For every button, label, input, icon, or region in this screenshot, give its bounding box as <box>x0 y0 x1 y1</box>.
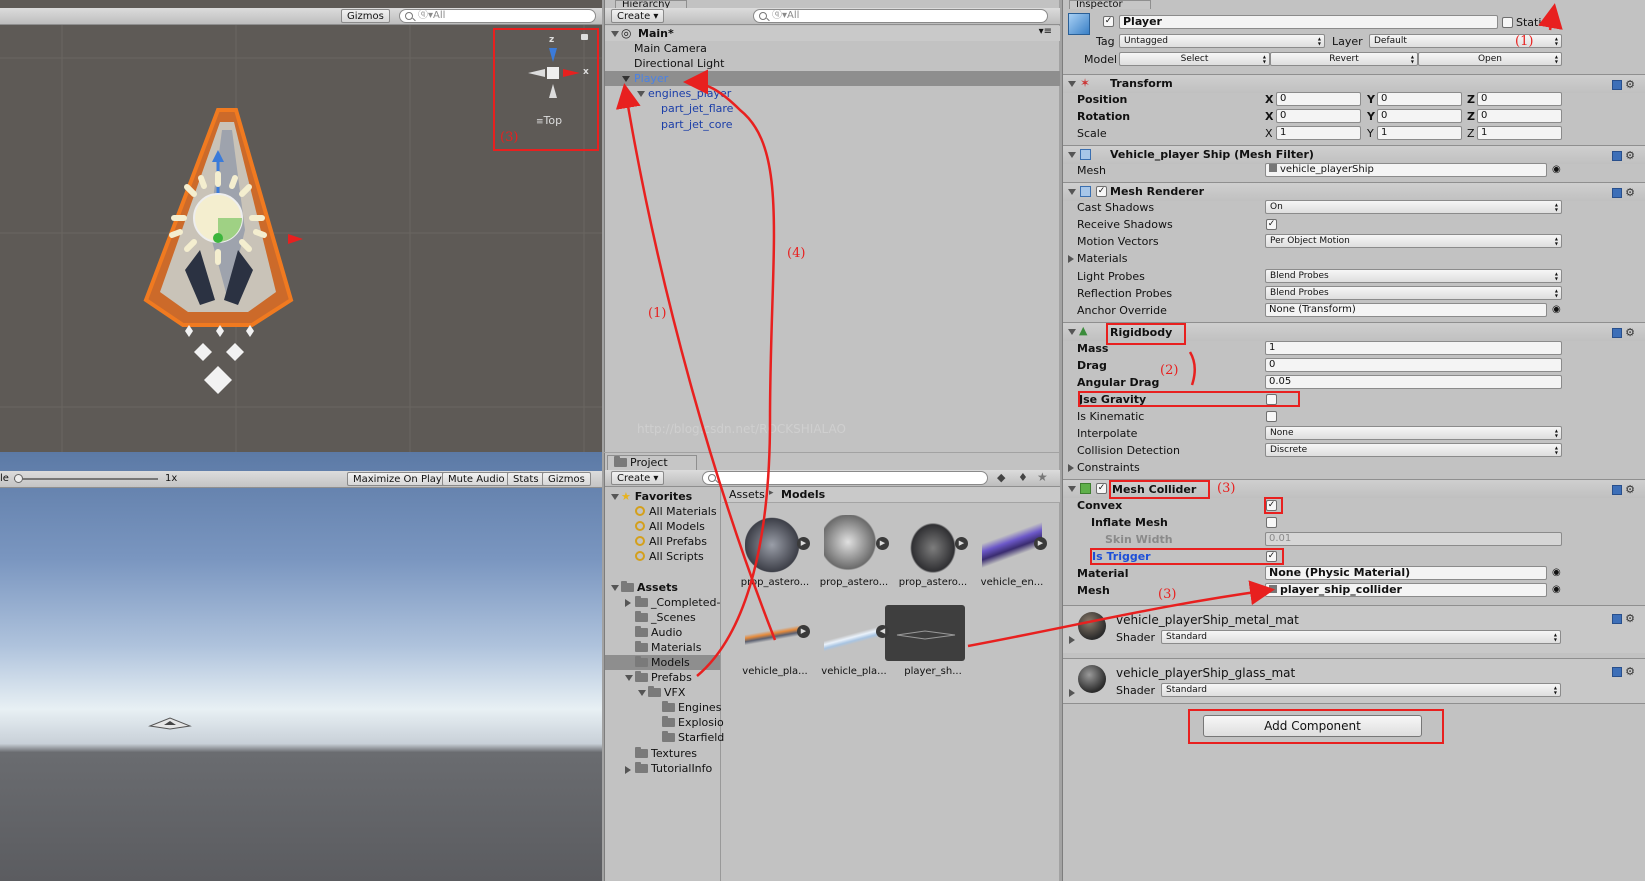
annotation-arrows <box>615 3 1563 677</box>
